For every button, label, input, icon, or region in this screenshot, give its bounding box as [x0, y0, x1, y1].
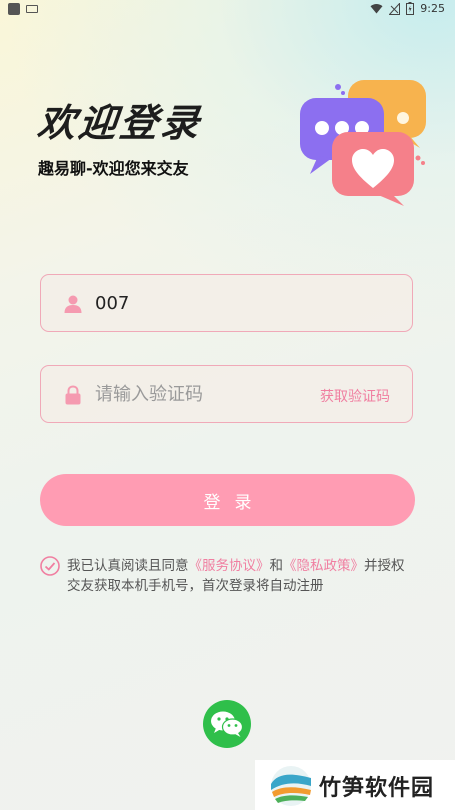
- status-bar-right: 9:25: [370, 2, 445, 15]
- privacy-policy-link[interactable]: 《隐私政策》: [283, 558, 364, 574]
- chat-bubbles-illustration: [300, 80, 426, 206]
- keyboard-icon: [26, 5, 38, 13]
- get-code-button[interactable]: 获取验证码: [320, 386, 390, 406]
- agreement-text: 我已认真阅读且同意《服务协议》和《隐私政策》并授权交友获取本机手机号，首次登录将…: [67, 556, 415, 596]
- page-title: 欢迎登录: [35, 101, 204, 145]
- app-icon: [8, 3, 20, 15]
- wechat-login-button[interactable]: [203, 700, 251, 748]
- battery-icon: [406, 2, 415, 15]
- bamboo-logo-icon: [271, 766, 311, 806]
- login-button[interactable]: 登录: [40, 474, 415, 526]
- status-bar-left: [8, 3, 38, 15]
- agreement-and: 和: [269, 558, 284, 574]
- signal-icon: [389, 2, 401, 15]
- phone-field[interactable]: 007: [40, 274, 413, 332]
- phone-value: 007: [95, 293, 130, 314]
- status-bar: 9:25: [0, 0, 455, 20]
- service-agreement-link[interactable]: 《服务协议》: [189, 558, 270, 574]
- agreement-checkbox[interactable]: [40, 556, 60, 576]
- watermark-text: 竹笋软件园: [319, 776, 435, 801]
- verification-code-input[interactable]: [95, 380, 295, 408]
- status-time: 9:25: [420, 2, 445, 15]
- user-icon: [64, 295, 82, 313]
- agreement-prefix: 我已认真阅读且同意: [67, 558, 189, 574]
- pink-bubble: [332, 132, 414, 206]
- watermark: 竹笋软件园: [255, 760, 455, 810]
- verification-code-field: 获取验证码: [40, 365, 413, 423]
- wifi-icon: [370, 3, 383, 14]
- wechat-icon: [211, 711, 244, 737]
- page-subtitle: 趣易聊-欢迎您来交友: [38, 159, 189, 178]
- lock-icon: [65, 385, 81, 405]
